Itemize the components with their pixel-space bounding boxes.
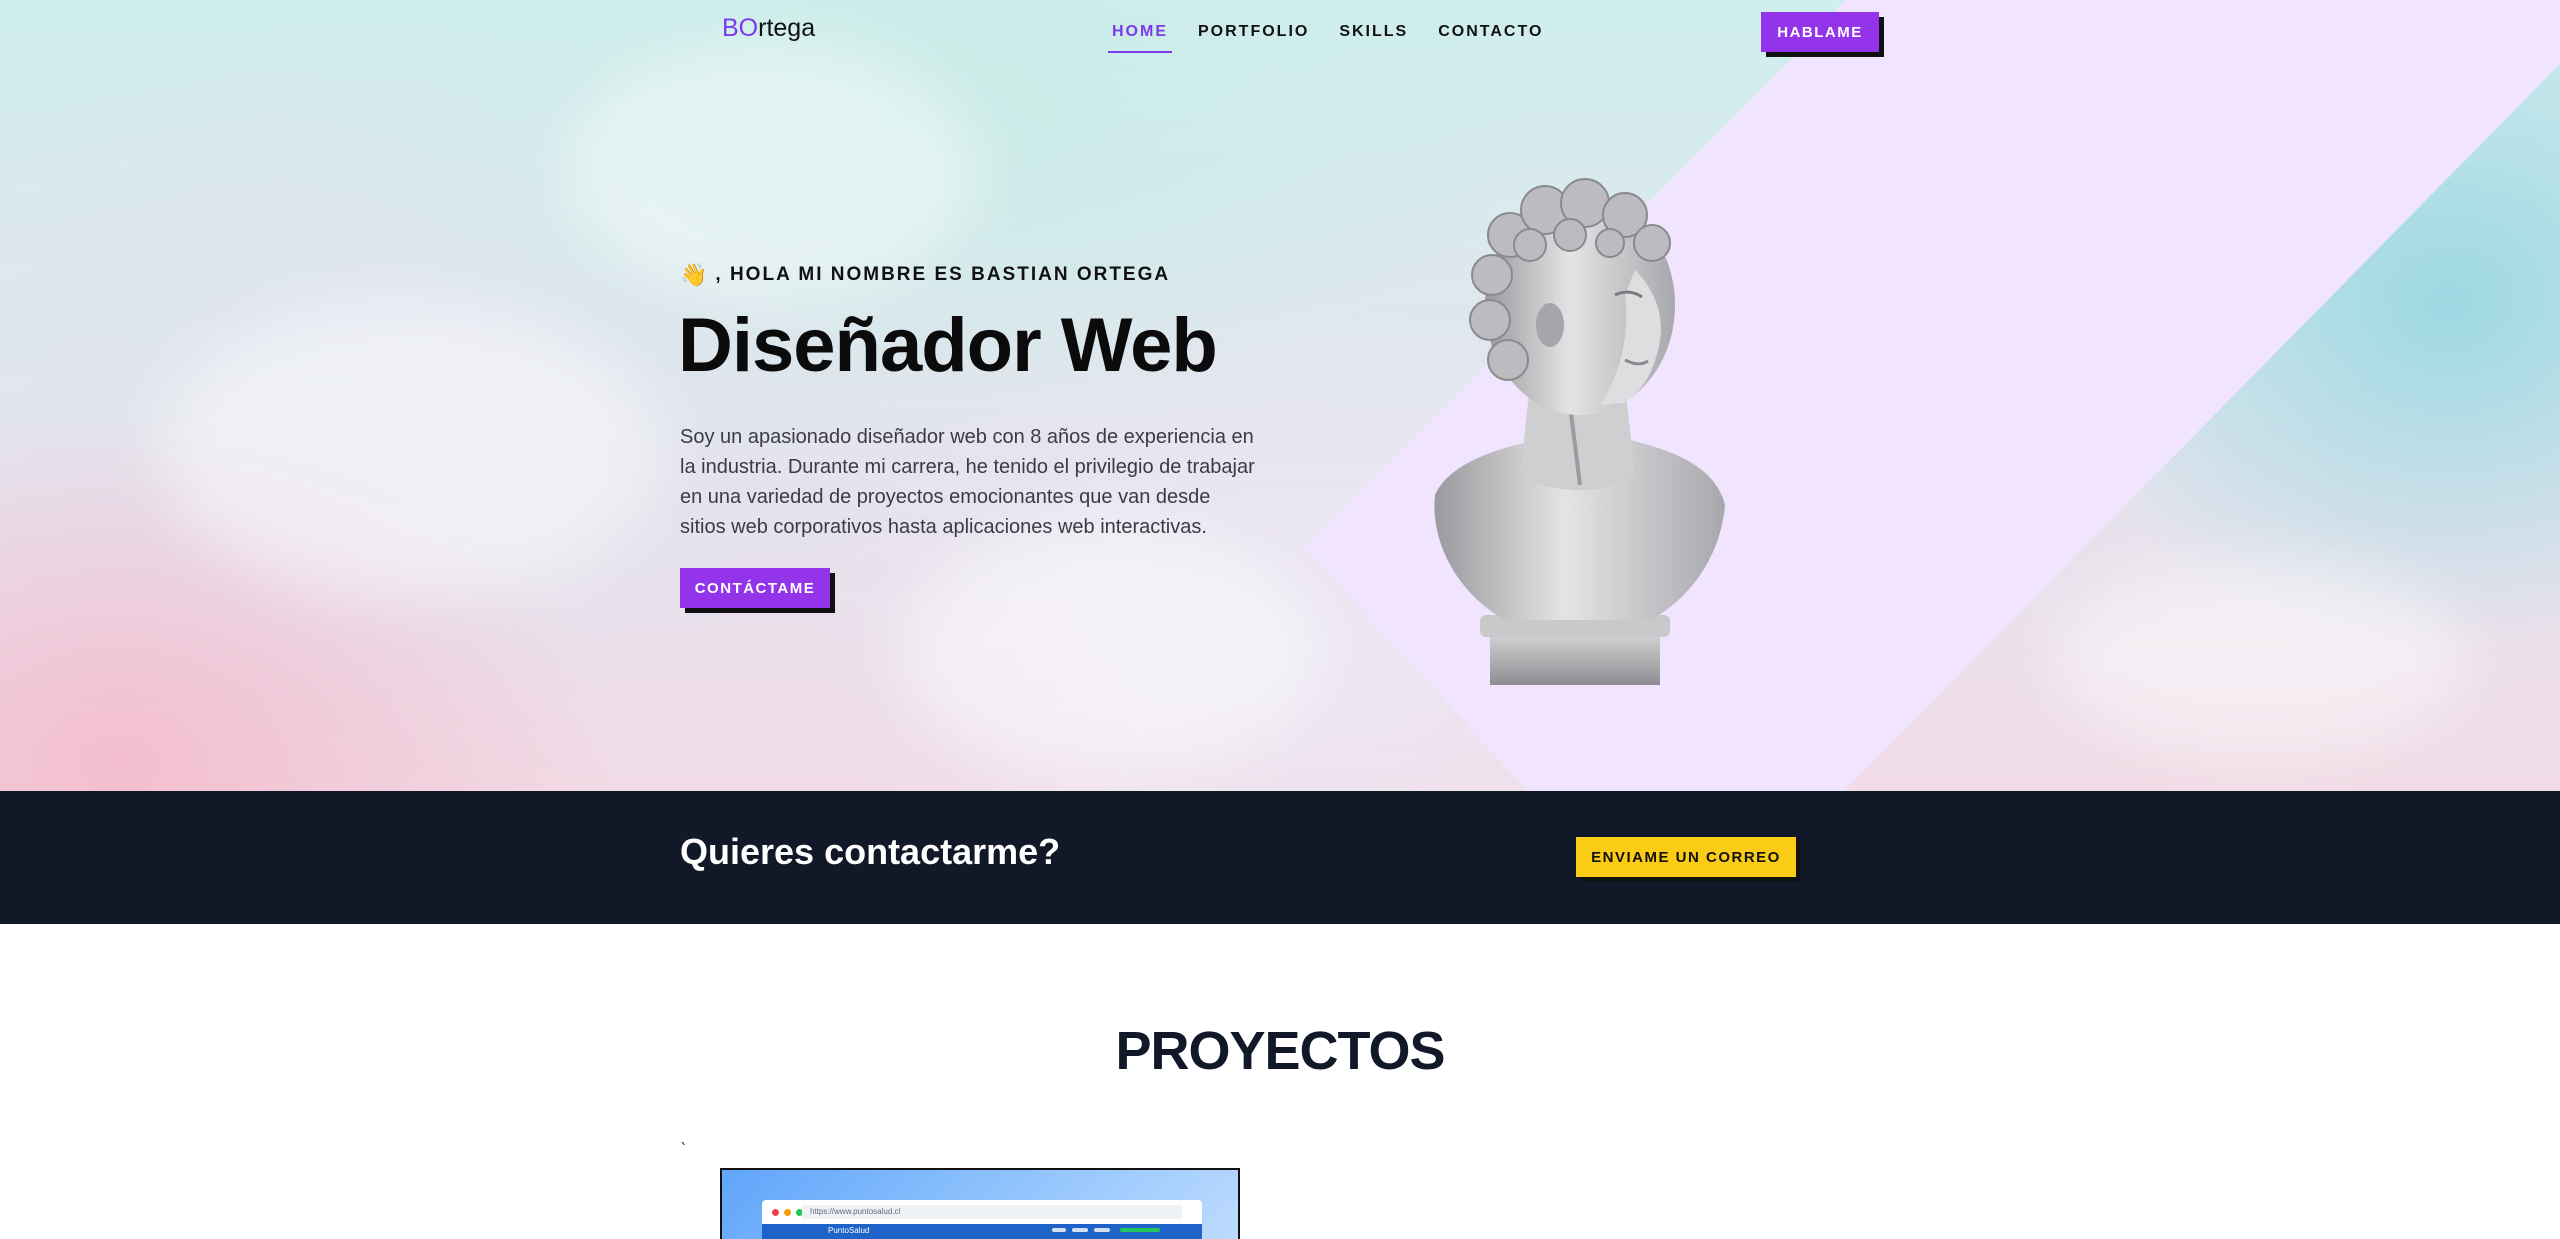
mockup-nav-link: [1094, 1228, 1110, 1232]
hero-intro: Soy un apasionado diseñador web con 8 añ…: [680, 426, 1255, 538]
logo-initials: BO: [722, 14, 759, 42]
nav-link-contacto[interactable]: CONTACTO: [1434, 20, 1547, 53]
greeting-text: , HOLA MI NOMBRE ES BASTIAN ORTEGA: [715, 264, 1171, 285]
mockup-nav-link: [1072, 1228, 1088, 1232]
projects-title: PROYECTOS: [1115, 1021, 1445, 1081]
mockup-nav-link: [1052, 1228, 1066, 1232]
window-controls-icon: [772, 1209, 803, 1216]
mockup-brand: PuntoSalud: [828, 1226, 870, 1235]
logo-name: rtega: [758, 14, 816, 42]
hablame-button[interactable]: HABLAME: [1761, 12, 1879, 52]
mockup-site-header: PuntoSalud: [762, 1224, 1202, 1239]
site-logo[interactable]: BOrtega: [722, 14, 815, 43]
top-navbar: BOrtega HOME PORTFOLIO SKILLS CONTACTO H…: [0, 0, 2560, 64]
nav-link-portfolio[interactable]: PORTFOLIO: [1194, 20, 1313, 53]
contact-banner: Quieres contactarme? ENVIAME UN CORREO: [0, 791, 2560, 924]
contact-banner-title: Quieres contactarme?: [680, 831, 1061, 872]
send-email-button[interactable]: ENVIAME UN CORREO: [1576, 837, 1796, 877]
nav-link-skills[interactable]: SKILLS: [1335, 20, 1412, 53]
stray-character: `: [680, 1140, 688, 1159]
lavender-diagonal-band: [1305, 0, 2560, 791]
nav-menu: HOME PORTFOLIO SKILLS CONTACTO: [1108, 20, 1569, 53]
nav-link-home[interactable]: HOME: [1108, 20, 1172, 53]
david-bust-image: [1434, 178, 1725, 685]
waving-hand-icon: 👋: [680, 262, 710, 287]
browser-mockup: https://www.puntosalud.cl PuntoSalud: [762, 1200, 1202, 1239]
hero-headline: Diseñador Web: [678, 303, 1218, 388]
hero-greeting: 👋 , HOLA MI NOMBRE ES BASTIAN ORTEGA: [680, 262, 1170, 288]
contactame-button[interactable]: CONTÁCTAME: [680, 568, 830, 608]
project-preview-card[interactable]: https://www.puntosalud.cl PuntoSalud: [720, 1168, 1240, 1239]
mockup-nav-button: [1120, 1228, 1160, 1232]
mockup-url-bar: https://www.puntosalud.cl: [802, 1205, 1182, 1219]
hero-section: BOrtega HOME PORTFOLIO SKILLS CONTACTO H…: [0, 0, 2560, 791]
